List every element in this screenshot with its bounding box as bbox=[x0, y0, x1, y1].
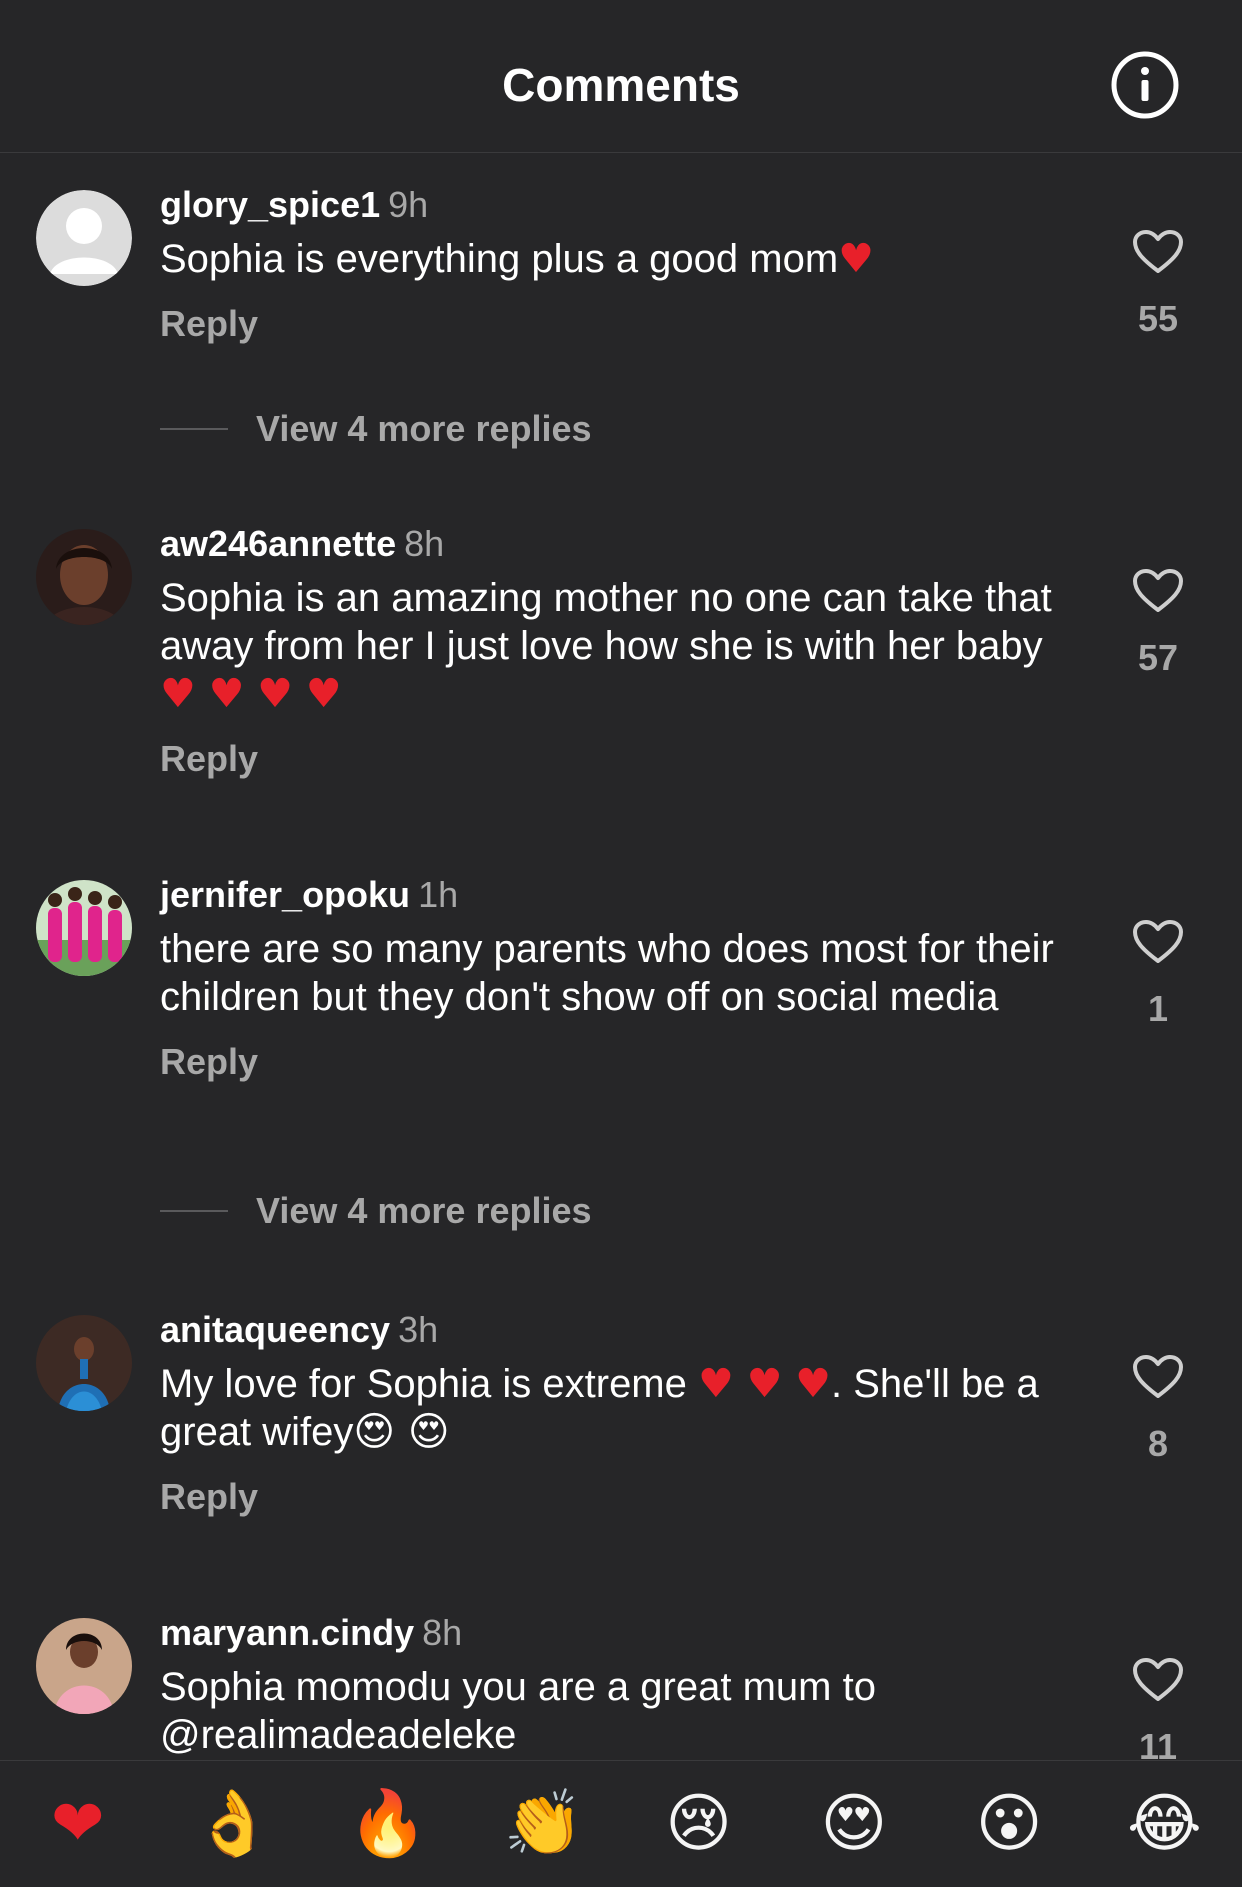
like-area: 1 bbox=[1128, 919, 1188, 1030]
comment-body: Sophia is everything plus a good mom bbox=[160, 237, 839, 281]
clapping-hands-icon[interactable]: 👏 bbox=[503, 1784, 584, 1864]
ok-hand-icon[interactable]: 👌 bbox=[193, 1784, 273, 1864]
avatar[interactable] bbox=[36, 880, 132, 976]
avatar[interactable] bbox=[36, 529, 132, 625]
heart-eyes-icon: 😍 😍 bbox=[353, 1409, 450, 1455]
comments-list[interactable]: glory_spice1 9h Sophia is everything plus… bbox=[0, 153, 1242, 1759]
surprised-face-icon[interactable]: 😮 bbox=[969, 1784, 1049, 1864]
emoji-reaction-bar: ❤ 👌 🔥 👏 😢 😍 😮 😂 bbox=[0, 1760, 1242, 1887]
reply-button[interactable]: Reply bbox=[160, 303, 1080, 345]
username[interactable]: jernifer_opoku bbox=[160, 874, 410, 915]
comment-body: there are so many parents who does most … bbox=[160, 927, 1054, 1019]
comment-content: maryann.cindy 8h Sophia momodu you are a … bbox=[160, 1611, 1080, 1759]
comment-header: jernifer_opoku 1h bbox=[160, 873, 1080, 917]
avatar[interactable] bbox=[36, 1315, 132, 1411]
page-title: Comments bbox=[502, 59, 740, 111]
view-more-replies-button[interactable]: View 4 more replies bbox=[160, 407, 592, 451]
comment-text: Sophia is an amazing mother no one can t… bbox=[160, 574, 1080, 718]
heart-outline-icon[interactable] bbox=[1132, 568, 1184, 614]
divider bbox=[160, 1210, 228, 1212]
like-count: 11 bbox=[1138, 1726, 1178, 1759]
view-more-replies-button[interactable]: View 4 more replies bbox=[160, 1189, 592, 1233]
heart-outline-icon[interactable] bbox=[1132, 229, 1184, 275]
heart-outline-icon[interactable] bbox=[1132, 1354, 1184, 1400]
timestamp: 8h bbox=[404, 523, 445, 564]
divider bbox=[160, 428, 228, 430]
comment-header: maryann.cindy 8h bbox=[160, 1611, 1080, 1655]
view-more-label: View 4 more replies bbox=[256, 1190, 592, 1231]
timestamp: 8h bbox=[422, 1612, 463, 1653]
crying-face-icon[interactable]: 😢 bbox=[659, 1784, 739, 1864]
header: Comments bbox=[0, 0, 1242, 153]
reply-button[interactable]: Reply bbox=[160, 1041, 1080, 1083]
username[interactable]: glory_spice1 bbox=[160, 184, 380, 225]
reply-button[interactable]: Reply bbox=[160, 738, 1080, 780]
heart-outline-icon[interactable] bbox=[1132, 1657, 1184, 1703]
like-count: 1 bbox=[1147, 988, 1169, 1029]
red-heart-icon[interactable]: ❤ bbox=[38, 1784, 118, 1864]
timestamp: 3h bbox=[398, 1309, 439, 1350]
like-area: 8 bbox=[1128, 1354, 1188, 1465]
info-icon[interactable] bbox=[1110, 50, 1180, 120]
comment-header: anitaqueency 3h bbox=[160, 1308, 1080, 1352]
red-heart-icon: ♥ ♥ ♥ ♥ bbox=[160, 671, 342, 717]
comment-body: Sophia momodu you are a great mum to @re… bbox=[160, 1665, 876, 1757]
red-heart-icon: ♥ bbox=[838, 236, 875, 282]
comment-header: glory_spice1 9h bbox=[160, 183, 1080, 227]
heart-outline-icon[interactable] bbox=[1132, 919, 1184, 965]
red-heart-icon: ♥ ♥ ♥ bbox=[698, 1361, 832, 1407]
tears-of-joy-icon[interactable]: 😂 bbox=[1124, 1784, 1204, 1864]
heart-eyes-icon[interactable]: 😍 bbox=[814, 1784, 894, 1864]
like-count: 57 bbox=[1137, 637, 1179, 678]
comment-text: Sophia is everything plus a good mom♥ bbox=[160, 235, 1080, 283]
fire-icon[interactable]: 🔥 bbox=[348, 1784, 428, 1864]
username[interactable]: anitaqueency bbox=[160, 1309, 390, 1350]
avatar[interactable] bbox=[36, 190, 132, 286]
username[interactable]: maryann.cindy bbox=[160, 1612, 414, 1653]
comment-body: Sophia is an amazing mother no one can t… bbox=[160, 576, 1052, 668]
comment-content: glory_spice1 9h Sophia is everything plus… bbox=[160, 183, 1080, 345]
comment-content: anitaqueency 3h My love for Sophia is ext… bbox=[160, 1308, 1080, 1518]
comment-content: aw246annette 8h Sophia is an amazing moth… bbox=[160, 522, 1080, 780]
like-count: 8 bbox=[1147, 1423, 1169, 1464]
like-area: 55 bbox=[1128, 229, 1188, 340]
timestamp: 9h bbox=[388, 184, 429, 225]
comment-header: aw246annette 8h bbox=[160, 522, 1080, 566]
avatar[interactable] bbox=[36, 1618, 132, 1714]
timestamp: 1h bbox=[418, 874, 459, 915]
like-count: 55 bbox=[1137, 298, 1179, 339]
username[interactable]: aw246annette bbox=[160, 523, 396, 564]
reply-button[interactable]: Reply bbox=[160, 1476, 1080, 1518]
view-more-label: View 4 more replies bbox=[256, 408, 592, 449]
comment-body: My love for Sophia is extreme bbox=[160, 1362, 687, 1406]
comment-text: My love for Sophia is extreme ♥ ♥ ♥. She… bbox=[160, 1360, 1080, 1456]
comment-content: jernifer_opoku 1h there are so many paren… bbox=[160, 873, 1080, 1083]
like-area: 57 bbox=[1128, 568, 1188, 679]
like-area: 11 bbox=[1128, 1657, 1188, 1759]
